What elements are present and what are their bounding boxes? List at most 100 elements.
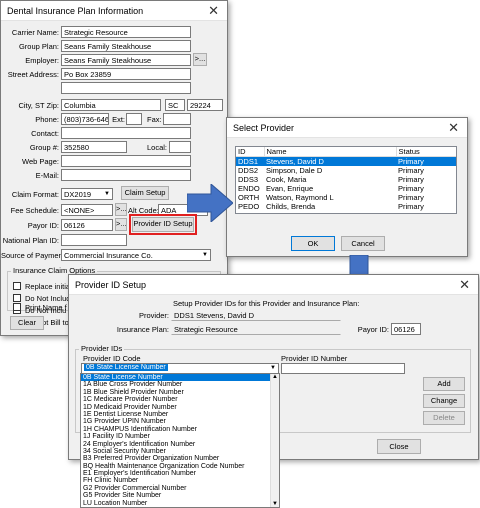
- list-item[interactable]: 24 Employer's Identification Number: [81, 441, 279, 448]
- payor-id-label: Payor ID:: [357, 325, 389, 334]
- phone-label: Phone:: [35, 115, 59, 124]
- table-row[interactable]: PEDO Childs, Brenda Primary: [236, 202, 456, 211]
- close-icon[interactable]: ✕: [459, 277, 470, 293]
- source-of-payment-label: Source of Payment:: [1, 251, 67, 260]
- title-bar: Dental Insurance Plan Information ✕: [1, 1, 227, 21]
- payor-id-field[interactable]: 06126: [61, 219, 113, 231]
- close-icon[interactable]: ✕: [208, 3, 219, 19]
- provider-id-setup-button[interactable]: Provider ID Setup: [129, 214, 197, 235]
- ok-button[interactable]: OK: [291, 236, 335, 251]
- email-field[interactable]: [61, 169, 191, 181]
- window-title: Provider ID Setup: [75, 280, 147, 290]
- title-bar: Provider ID Setup ✕: [69, 275, 478, 295]
- city-field[interactable]: Columbia: [61, 99, 161, 111]
- close-button[interactable]: Close: [377, 439, 421, 454]
- column-header-status[interactable]: Status: [396, 147, 456, 157]
- ext-field[interactable]: [126, 113, 142, 125]
- window-title: Select Provider: [233, 123, 295, 133]
- row-name: Childs, Brenda: [266, 202, 316, 211]
- payor-id-field: 06126: [391, 323, 421, 335]
- row-id: DDS1: [238, 157, 259, 166]
- list-item[interactable]: E1 Employer's Identification Number: [81, 470, 279, 477]
- payor-id-browse-button[interactable]: >...: [115, 218, 127, 231]
- row-status: Primary: [398, 157, 424, 166]
- zip-field[interactable]: 29224: [187, 99, 223, 111]
- list-item[interactable]: LU Location Number: [81, 500, 279, 507]
- list-item[interactable]: BQ Health Maintenance Organization Code …: [81, 463, 279, 470]
- employer-browse-button[interactable]: >...: [193, 53, 207, 66]
- table-row[interactable]: ORTH Watson, Raymond L Primary: [236, 193, 456, 202]
- group-plan-field[interactable]: Seans Family Steakhouse: [61, 40, 191, 52]
- alt-code-label: Alt Code:: [128, 206, 159, 215]
- row-status: Primary: [398, 193, 424, 202]
- list-item[interactable]: 1J Facility ID Number: [81, 433, 279, 440]
- row-name: Simpson, Dale D: [266, 166, 323, 175]
- provider-id-number-header: Provider ID Number: [281, 354, 348, 363]
- change-button[interactable]: Change: [423, 394, 465, 408]
- row-name: Evan, Enrique: [266, 184, 314, 193]
- scroll-up-icon[interactable]: ▲: [272, 374, 278, 380]
- local-field[interactable]: [169, 141, 191, 153]
- row-id: DDS3: [238, 175, 259, 184]
- replace-initial-checkbox[interactable]: [13, 282, 21, 290]
- list-item[interactable]: G5 Provider Site Number: [81, 492, 279, 499]
- fax-label: Fax:: [147, 115, 162, 124]
- list-item[interactable]: 1H CHAMPUS Identification Number: [81, 426, 279, 433]
- insurance-plan-label: Insurance Plan:: [116, 325, 169, 334]
- claim-setup-button[interactable]: Claim Setup: [121, 186, 169, 200]
- select-provider-window: Select Provider ✕ ID Name Status DDS1 St…: [226, 117, 468, 257]
- street-address-field[interactable]: Po Box 23859: [61, 68, 191, 80]
- carrier-name-field[interactable]: Strategic Resource: [61, 26, 191, 38]
- list-item[interactable]: 0B State License Number: [81, 374, 279, 382]
- list-item[interactable]: G2 Provider Commercial Number: [81, 485, 279, 492]
- row-id: PEDO: [238, 202, 260, 211]
- street-address-line2[interactable]: [61, 82, 191, 94]
- row-status: Primary: [398, 202, 424, 211]
- chevron-down-icon: ▼: [270, 365, 276, 371]
- list-item[interactable]: B3 Preferred Provider Organization Numbe…: [81, 455, 279, 462]
- group-number-field[interactable]: 352580: [61, 141, 127, 153]
- list-item[interactable]: FH Clinic Number: [81, 477, 279, 484]
- provider-id-number-field[interactable]: [281, 363, 405, 374]
- list-item[interactable]: 1E Dentist License Number: [81, 411, 279, 418]
- close-icon[interactable]: ✕: [448, 120, 459, 136]
- phone-field[interactable]: (803)736-6463: [61, 113, 109, 125]
- column-header-name[interactable]: Name: [264, 147, 397, 157]
- list-item[interactable]: 1A Blue Cross Provider Number: [81, 381, 279, 388]
- fax-field[interactable]: [163, 113, 191, 125]
- list-item[interactable]: 1D Medicaid Provider Number: [81, 404, 279, 411]
- dropdown-scrollbar[interactable]: ▲ ▼: [270, 374, 279, 507]
- fee-schedule-field[interactable]: <NONE>: [61, 204, 113, 216]
- no-diagnostic-codes-checkbox[interactable]: [13, 294, 21, 302]
- table-row[interactable]: DDS2 Simpson, Dale D Primary: [236, 166, 456, 175]
- source-of-payment-select[interactable]: Commercial Insurance Co. ▼: [61, 249, 211, 261]
- list-item[interactable]: 1G Provider UPIN Number: [81, 418, 279, 425]
- column-header-id[interactable]: ID: [236, 147, 265, 157]
- delete-button[interactable]: Delete: [423, 411, 465, 425]
- provider-list[interactable]: ID Name Status DDS1 Stevens, David D Pri…: [235, 146, 457, 214]
- contact-field[interactable]: [61, 127, 191, 139]
- list-item[interactable]: 1C Medicare Provider Number: [81, 396, 279, 403]
- setup-heading: Setup Provider IDs for this Provider and…: [173, 299, 360, 308]
- list-item[interactable]: 34 Social Security Number: [81, 448, 279, 455]
- employer-field[interactable]: Seans Family Steakhouse: [61, 54, 191, 66]
- table-row[interactable]: DDS3 Cook, Maria Primary: [236, 175, 456, 184]
- print-name-checkbox-visible[interactable]: [13, 303, 21, 311]
- city-st-zip-label: City, ST Zip:: [18, 101, 59, 110]
- scroll-down-icon[interactable]: ▼: [272, 501, 278, 507]
- claim-format-select[interactable]: DX2019 ▼: [61, 188, 113, 200]
- add-button[interactable]: Add: [423, 377, 465, 391]
- provider-id-code-dropdown[interactable]: 0B State License Number 1A Blue Cross Pr…: [80, 373, 280, 508]
- state-field[interactable]: SC: [165, 99, 185, 111]
- list-item[interactable]: 1B Blue Shield Provider Number: [81, 389, 279, 396]
- web-page-field[interactable]: [61, 155, 191, 167]
- row-status: Primary: [398, 175, 424, 184]
- national-plan-id-field[interactable]: [61, 234, 127, 246]
- cancel-button[interactable]: Cancel: [341, 236, 385, 251]
- fee-schedule-browse-button[interactable]: >...: [115, 203, 127, 216]
- clear-button[interactable]: Clear: [10, 316, 44, 330]
- table-row[interactable]: ENDO Evan, Enrique Primary: [236, 184, 456, 193]
- table-row[interactable]: DDS1 Stevens, David D Primary: [236, 156, 456, 166]
- provider-field: DDS1 Stevens, David D: [171, 309, 341, 321]
- row-id: ORTH: [238, 193, 260, 202]
